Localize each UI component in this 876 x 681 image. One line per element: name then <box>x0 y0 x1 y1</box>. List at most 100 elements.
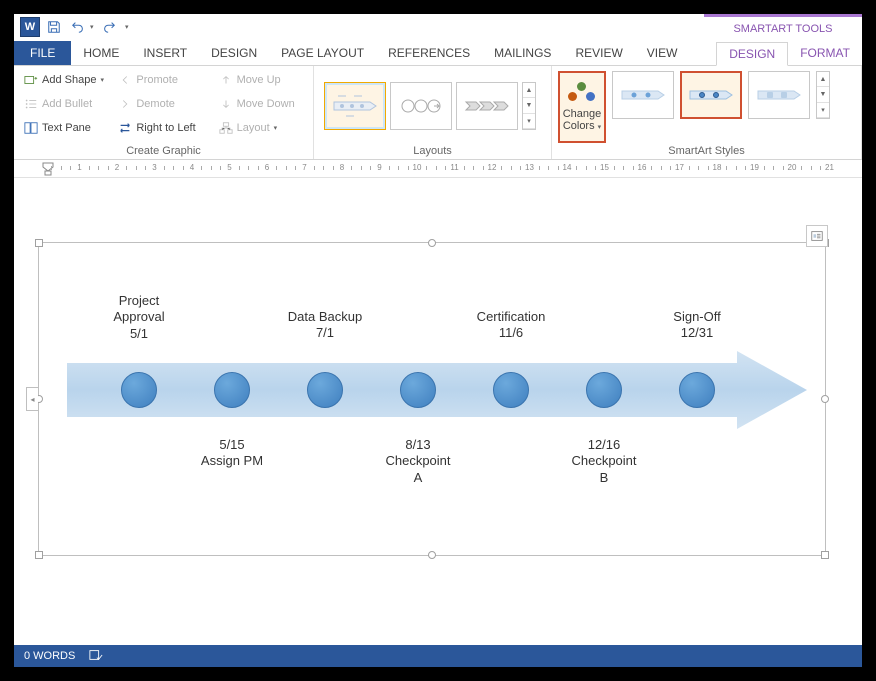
styles-scroll-down-icon[interactable]: ▼ <box>817 87 829 102</box>
ruler-number: 20 <box>788 163 797 172</box>
timeline-label-top[interactable]: Sign-Off12/31 <box>673 309 720 342</box>
smartart-selection-frame[interactable]: ◂ ProjectApproval5/1Data Backup7/1Certif… <box>38 242 826 556</box>
ruler-number: 6 <box>265 163 269 172</box>
style-thumb-2[interactable] <box>680 71 742 119</box>
change-colors-icon <box>568 82 596 106</box>
tab-insert[interactable]: INSERT <box>131 41 199 65</box>
app-window: ▾ ▾ SMARTART TOOLS FILE HOME INSERT DESI… <box>14 14 862 667</box>
gallery-expand-icon[interactable]: ▾ <box>523 114 535 129</box>
word-app-icon[interactable] <box>18 16 42 38</box>
timeline-dot[interactable] <box>307 372 343 408</box>
status-word-count[interactable]: 0 WORDS <box>24 650 75 662</box>
ruler-number: 3 <box>152 163 156 172</box>
tab-smartart-format[interactable]: FORMAT <box>788 41 862 65</box>
change-colors-label1: Change <box>563 108 602 120</box>
layouts-gallery-scroll[interactable]: ▲ ▼ ▾ <box>522 82 536 130</box>
timeline-label-bottom[interactable]: 8/13CheckpointA <box>385 437 450 486</box>
tab-design[interactable]: DESIGN <box>199 41 269 65</box>
gallery-scroll-down-icon[interactable]: ▼ <box>523 98 535 113</box>
timeline-label-bottom[interactable]: 12/16CheckpointB <box>571 437 636 486</box>
text-pane-button[interactable]: Text Pane <box>20 117 114 139</box>
add-shape-button[interactable]: Add Shape ▾ <box>20 69 114 91</box>
move-down-button: Move Down <box>215 93 307 115</box>
tab-references[interactable]: REFERENCES <box>376 41 482 65</box>
tab-page-layout[interactable]: PAGE LAYOUT <box>269 41 376 65</box>
ruler-number: 1 <box>77 163 81 172</box>
redo-icon[interactable] <box>97 16 121 38</box>
layout-button: Layout ▾ <box>215 117 307 139</box>
qat-customize-caret[interactable]: ▾ <box>125 23 132 31</box>
resize-handle-s[interactable] <box>428 551 436 559</box>
layout-thumb-3[interactable] <box>456 82 518 130</box>
undo-dropdown-caret[interactable]: ▾ <box>90 23 97 31</box>
style-thumb-1[interactable] <box>612 71 674 119</box>
timeline-label-top[interactable]: ProjectApproval5/1 <box>113 293 164 342</box>
tab-home[interactable]: HOME <box>71 41 131 65</box>
text-pane-expand-tab[interactable]: ◂ <box>26 387 38 411</box>
demote-label: Demote <box>136 98 175 110</box>
timeline-dot[interactable] <box>586 372 622 408</box>
resize-handle-n[interactable] <box>428 239 436 247</box>
ruler-number: 19 <box>750 163 759 172</box>
layout-thumb-2[interactable] <box>390 82 452 130</box>
resize-handle-nw[interactable] <box>35 239 43 247</box>
ruler-number: 12 <box>488 163 497 172</box>
timeline-dot[interactable] <box>493 372 529 408</box>
layout-options-button[interactable] <box>806 225 828 247</box>
layout-thumb-1[interactable] <box>324 82 386 130</box>
ruler-number: 2 <box>115 163 119 172</box>
ruler-number: 17 <box>675 163 684 172</box>
group-create-graphic: Add Shape ▾ Add Bullet Text Pane <box>14 66 314 159</box>
tab-mailings[interactable]: MAILINGS <box>482 41 563 65</box>
timeline-dot[interactable] <box>214 372 250 408</box>
tab-view[interactable]: VIEW <box>635 41 690 65</box>
ruler-number: 9 <box>377 163 381 172</box>
tab-file[interactable]: FILE <box>14 41 71 65</box>
timeline-label-top[interactable]: Data Backup7/1 <box>288 309 362 342</box>
horizontal-ruler[interactable]: 123456789101112131415161718192021 <box>14 160 862 178</box>
tab-smartart-design[interactable]: DESIGN <box>716 42 788 66</box>
promote-label: Promote <box>136 74 178 86</box>
timeline-dot[interactable] <box>121 372 157 408</box>
ruler-number: 13 <box>525 163 534 172</box>
status-spellcheck-icon[interactable] <box>89 648 103 665</box>
resize-handle-se[interactable] <box>821 551 829 559</box>
ruler-number: 21 <box>825 163 834 172</box>
add-shape-caret[interactable]: ▾ <box>100 76 107 84</box>
group-label-layouts: Layouts <box>320 143 545 157</box>
ruler-number: 7 <box>302 163 306 172</box>
document-area[interactable]: ◂ ProjectApproval5/1Data Backup7/1Certif… <box>14 178 862 645</box>
ruler-number: 18 <box>713 163 722 172</box>
styles-gallery-scroll[interactable]: ▲ ▼ ▾ <box>816 71 830 119</box>
move-down-label: Move Down <box>237 98 295 110</box>
ruler-number: 11 <box>450 163 458 172</box>
undo-icon[interactable] <box>66 16 90 38</box>
group-smartart-styles: Change Colors ▾ ▲ ▼ ▾ SmartArt St <box>552 66 862 159</box>
save-icon[interactable] <box>42 16 66 38</box>
group-layouts: ▲ ▼ ▾ Layouts <box>314 66 552 159</box>
ribbon-tabs: FILE HOME INSERT DESIGN PAGE LAYOUT REFE… <box>14 41 862 66</box>
resize-handle-e[interactable] <box>821 395 829 403</box>
change-colors-button[interactable]: Change Colors ▾ <box>558 71 606 143</box>
add-bullet-label: Add Bullet <box>42 98 92 110</box>
right-to-left-button[interactable]: Right to Left <box>114 117 214 139</box>
timeline-label-top[interactable]: Certification11/6 <box>477 309 546 342</box>
ruler-number: 4 <box>190 163 194 172</box>
status-bar: 0 WORDS <box>14 645 862 667</box>
style-thumb-3[interactable] <box>748 71 810 119</box>
timeline-label-bottom[interactable]: 5/15Assign PM <box>201 437 263 470</box>
styles-scroll-up-icon[interactable]: ▲ <box>817 72 829 87</box>
tab-review[interactable]: REVIEW <box>563 41 634 65</box>
move-up-button: Move Up <box>215 69 307 91</box>
timeline-dot[interactable] <box>679 372 715 408</box>
timeline-dot[interactable] <box>400 372 436 408</box>
resize-handle-sw[interactable] <box>35 551 43 559</box>
ruler-number: 5 <box>227 163 231 172</box>
smartart-timeline[interactable]: ProjectApproval5/1Data Backup7/1Certific… <box>67 351 807 429</box>
ruler-number: 8 <box>340 163 344 172</box>
styles-expand-icon[interactable]: ▾ <box>817 103 829 118</box>
group-label-smartart-styles: SmartArt Styles <box>558 143 855 157</box>
promote-button: Promote <box>114 69 214 91</box>
gallery-scroll-up-icon[interactable]: ▲ <box>523 83 535 98</box>
ruler-number: 10 <box>413 163 422 172</box>
